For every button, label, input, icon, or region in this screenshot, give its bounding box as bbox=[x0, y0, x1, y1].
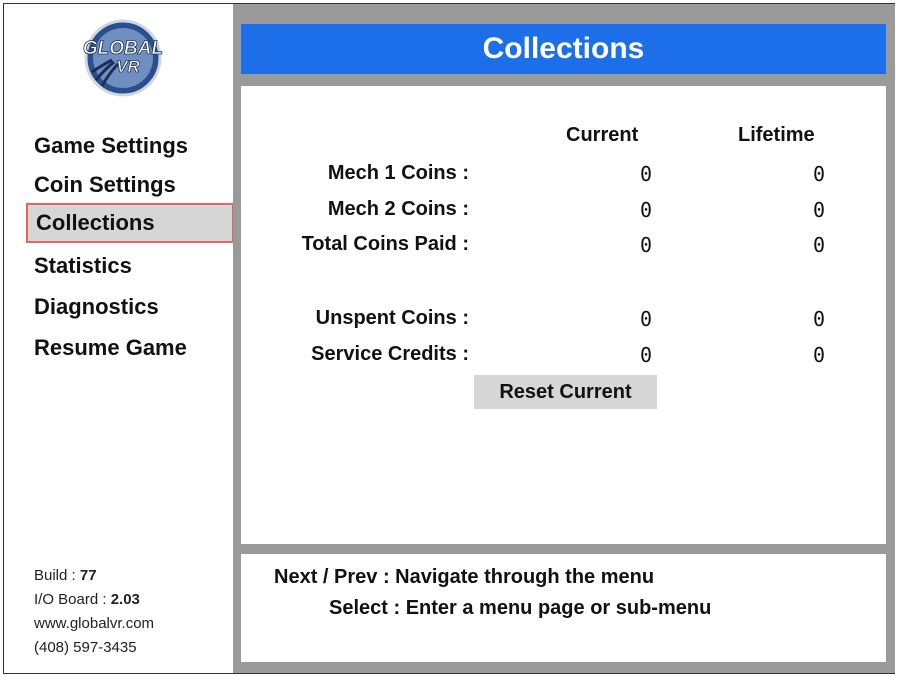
row-label-mech-2-coins: Mech 2 Coins : bbox=[327, 198, 469, 220]
io-board-info: I/O Board : 2.03 bbox=[34, 588, 154, 612]
page-title: Collections bbox=[241, 24, 886, 74]
row-label-total-coins-paid: Total Coins Paid : bbox=[301, 233, 469, 255]
value-total-paid-lifetime: 0 bbox=[813, 233, 826, 257]
value-service-lifetime: 0 bbox=[813, 343, 826, 367]
phone: (408) 597-3435 bbox=[34, 639, 137, 656]
device-info: Build : 77 I/O Board : 2.03 www.globalvr… bbox=[34, 564, 154, 660]
row-label-unspent-coins: Unspent Coins : bbox=[315, 307, 469, 329]
menu-item-resume-game[interactable]: Resume Game bbox=[26, 328, 236, 368]
help-line-navigate: Next / Prev : Navigate through the menu bbox=[274, 566, 655, 588]
row-label-mech-1-coins: Mech 1 Coins : bbox=[327, 162, 469, 184]
value-unspent-lifetime: 0 bbox=[813, 307, 826, 331]
build-label: Build : bbox=[34, 567, 80, 584]
menu-item-coin-settings[interactable]: Coin Settings bbox=[26, 165, 236, 205]
sidebar: GLOBAL VR Game Settings Coin Settings Co… bbox=[4, 4, 234, 673]
header-lifetime: Lifetime bbox=[738, 124, 815, 146]
menu-item-statistics[interactable]: Statistics bbox=[26, 246, 236, 286]
menu-item-diagnostics[interactable]: Diagnostics bbox=[26, 287, 236, 327]
menu-item-game-settings[interactable]: Game Settings bbox=[26, 126, 236, 166]
value-total-paid-current: 0 bbox=[640, 233, 653, 257]
build-value: 77 bbox=[79, 567, 97, 584]
value-mech-2-lifetime: 0 bbox=[813, 198, 826, 222]
row-label-service-credits: Service Credits : bbox=[311, 343, 469, 365]
value-service-current: 0 bbox=[640, 343, 653, 367]
io-board-value: 2.03 bbox=[110, 591, 140, 608]
header-current: Current bbox=[566, 124, 639, 146]
menu-item-collections[interactable]: Collections bbox=[26, 203, 234, 243]
value-unspent-current: 0 bbox=[640, 307, 653, 331]
value-mech-1-lifetime: 0 bbox=[813, 162, 826, 186]
logo-text-bottom: VR bbox=[116, 57, 140, 76]
value-mech-2-current: 0 bbox=[640, 198, 653, 222]
globalvr-logo: GLOBAL VR bbox=[82, 19, 164, 97]
logo-text-top: GLOBAL bbox=[83, 38, 163, 59]
value-mech-1-current: 0 bbox=[640, 162, 653, 186]
build-info: Build : 77 bbox=[34, 564, 154, 588]
io-board-label: I/O Board : bbox=[34, 591, 111, 608]
help-line-select: Select : Enter a menu page or sub-menu bbox=[329, 597, 712, 619]
help-panel: Next / Prev : Navigate through the menu … bbox=[241, 554, 886, 662]
reset-current-button[interactable]: Reset Current bbox=[474, 375, 657, 409]
collections-table: Current Lifetime Mech 1 Coins : 0 0 Mech… bbox=[241, 86, 886, 544]
website: www.globalvr.com bbox=[34, 615, 155, 632]
